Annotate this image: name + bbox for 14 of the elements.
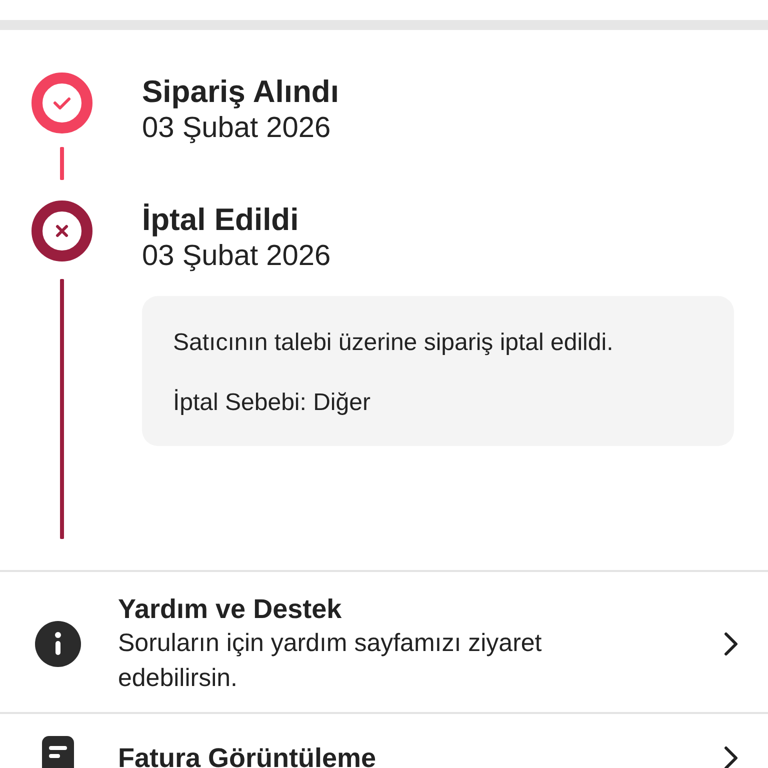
chevron-right-icon [724,746,738,768]
menu-item[interactable]: Yardım ve Destek Soruların için yardım sayfamızı ziyaret edebilirsin. [0,572,768,714]
menu-item[interactable]: Fatura Görüntüleme [0,714,768,768]
info-icon [34,620,82,668]
chevron-right-icon [724,632,738,656]
menu-title: Fatura Görüntüleme [118,742,378,768]
cancel-reason: İptal Sebebi: Diğer [173,388,372,418]
step-title: İptal Edildi [142,202,300,238]
step-title: Sipariş Alındı [142,74,340,110]
note-message: Satıcının talebi üzerine sipariş iptal edildi. [173,328,614,358]
menu-description: Soruların için yardım sayfamızı ziyaret edebilirsin. [118,628,543,694]
step-date: 03 Şubat 2026 [142,111,332,146]
step-date: 03 Şubat 2026 [142,239,332,274]
menu-title: Yardım ve Destek [118,593,343,626]
